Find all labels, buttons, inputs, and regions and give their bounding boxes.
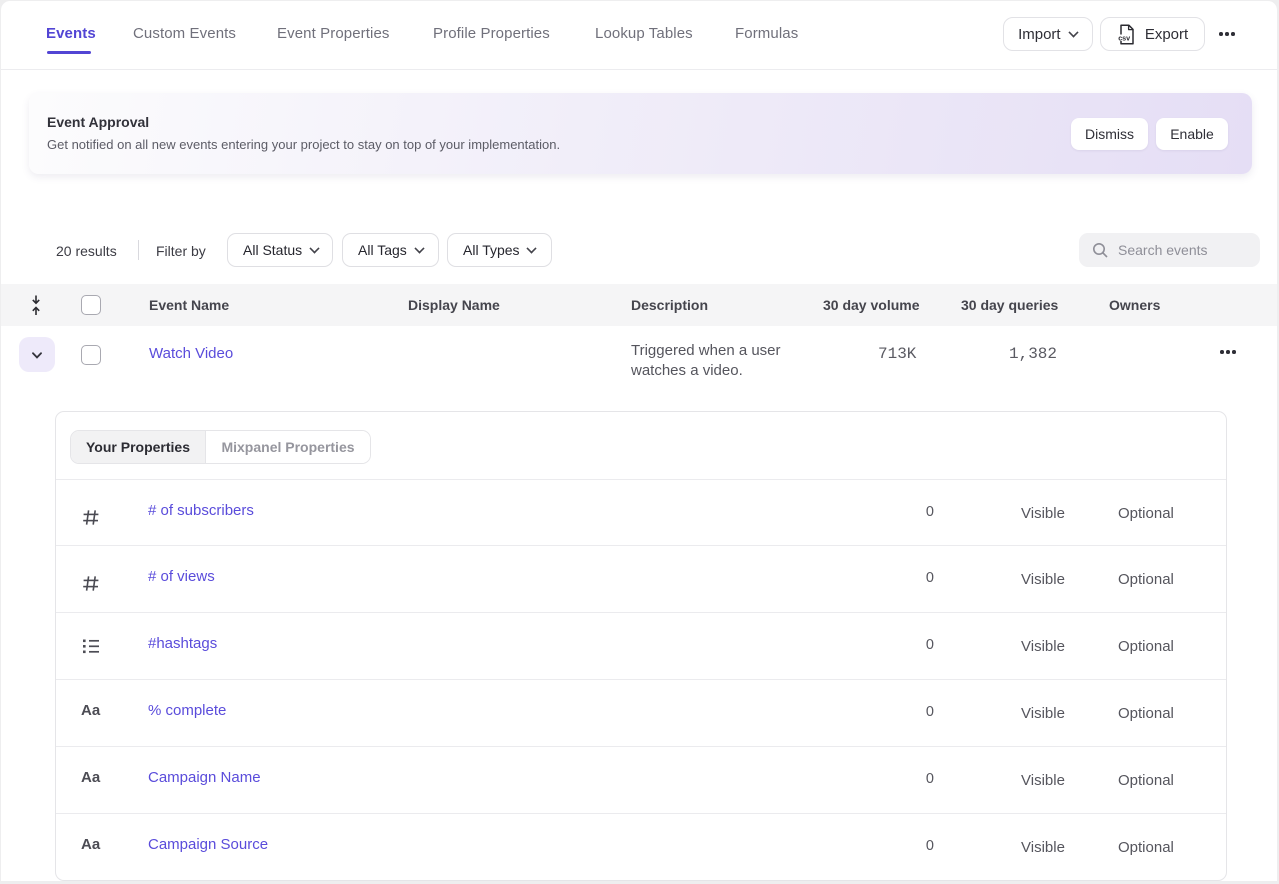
svg-text:csv: csv [1118,33,1130,42]
